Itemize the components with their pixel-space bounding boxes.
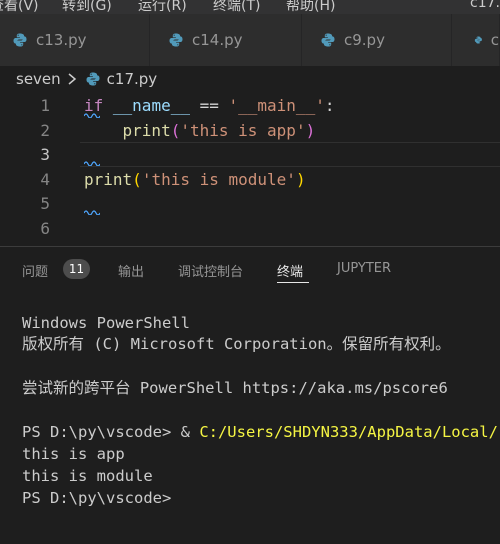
menu-help[interactable]: 帮助(H) <box>286 0 335 14</box>
chevron-right-icon <box>68 73 76 85</box>
line-number: 1 <box>40 96 50 115</box>
menu-run[interactable]: 运行(R) <box>138 0 187 14</box>
tab-output[interactable]: 输出 <box>118 261 144 280</box>
window-title: c17.p <box>470 0 500 11</box>
bracket: ( <box>132 170 142 189</box>
tab-label: c13.py <box>36 31 87 49</box>
tab-label: c9.py <box>344 31 385 49</box>
menu-terminal[interactable]: 终端(T) <box>213 0 260 14</box>
tab-partial[interactable]: c <box>452 14 500 66</box>
code-text: print('this is module') <box>84 167 306 192</box>
line-number: 2 <box>40 121 50 140</box>
code-text: if __name__ == '__main__': <box>84 93 334 118</box>
code-line: 4 print('this is module') <box>0 167 500 192</box>
code-line: 3 <box>0 142 500 167</box>
python-icon <box>321 33 335 47</box>
breadcrumb-file[interactable]: c17.py <box>107 70 158 88</box>
operator: == <box>189 96 229 115</box>
menu-bar: 查看(V) 转到(G) 运行(R) 终端(T) 帮助(H) c17.p <box>0 0 500 14</box>
editor-tab-bar: c13.py c14.py c9.py c <box>0 14 500 66</box>
terminal-line: this is app <box>22 445 125 463</box>
breadcrumb: seven c17.py <box>0 66 500 92</box>
python-icon <box>169 33 183 47</box>
code-text: print('this is app') <box>84 118 316 143</box>
warning-squiggle-icon <box>84 210 100 215</box>
tab-c9[interactable]: c9.py <box>302 14 452 66</box>
python-icon <box>13 33 27 47</box>
function-name: print <box>122 121 171 140</box>
code-editor[interactable]: 1 if __name__ == '__main__': 2 print('th… <box>0 92 500 242</box>
bracket: ) <box>295 170 306 189</box>
tab-c13[interactable]: c13.py <box>0 14 150 66</box>
problems-count-badge: 11 <box>63 259 90 279</box>
terminal-line: Windows PowerShell <box>22 314 190 332</box>
bracket: ( <box>170 121 181 140</box>
tab-problems[interactable]: 问题 <box>22 261 48 280</box>
terminal-line: this is module <box>22 467 153 485</box>
prompt-prefix: PS D:\py\vscode> & <box>22 423 200 441</box>
panel-tab-bar: 问题 11 输出 调试控制台 终端 JUPYTER <box>0 247 500 293</box>
code-line: 5 <box>0 191 500 216</box>
variable: __name__ <box>112 96 190 115</box>
tab-jupyter[interactable]: JUPYTER <box>337 261 391 276</box>
line-number: 5 <box>40 194 50 213</box>
tab-debug-console[interactable]: 调试控制台 <box>178 261 243 280</box>
terminal-line: 尝试新的跨平台 PowerShell https://aka.ms/pscore… <box>22 379 448 397</box>
tab-terminal[interactable]: 终端 <box>277 261 303 280</box>
command-path: C:/Users/SHDYN333/AppData/Local/ <box>199 423 498 441</box>
terminal-line: PS D:\py\vscode> & C:/Users/SHDYN333/App… <box>22 421 498 443</box>
function-name: print <box>84 170 133 189</box>
warning-squiggle-icon <box>84 113 100 118</box>
tab-label: c <box>490 31 499 49</box>
string-literal: 'this is app' <box>180 121 306 140</box>
tab-c14[interactable]: c14.py <box>150 14 302 66</box>
string-literal: 'this is module' <box>141 170 296 189</box>
terminal-prompt: PS D:\py\vscode> <box>22 489 172 507</box>
python-icon <box>474 36 482 44</box>
line-number: 4 <box>40 170 50 189</box>
menu-view[interactable]: 查看(V) <box>0 0 39 14</box>
bracket: ) <box>305 121 316 140</box>
string-literal: '__main__' <box>228 96 325 115</box>
code-line: 1 if __name__ == '__main__': <box>0 93 500 118</box>
code-line: 2 print('this is app') <box>0 118 500 143</box>
breadcrumb-folder[interactable]: seven <box>16 70 61 88</box>
line-number: 6 <box>40 219 50 238</box>
active-tab-indicator <box>277 282 309 283</box>
warning-squiggle-icon <box>84 161 100 166</box>
code-line: 6 <box>0 216 500 241</box>
colon: : <box>324 96 335 115</box>
terminal-line: 版权所有 (C) Microsoft Corporation。保留所有权利。 <box>22 335 451 353</box>
menu-goto[interactable]: 转到(G) <box>62 0 112 14</box>
python-icon <box>86 72 100 86</box>
line-number: 3 <box>40 145 50 164</box>
tab-label: c14.py <box>192 31 243 49</box>
